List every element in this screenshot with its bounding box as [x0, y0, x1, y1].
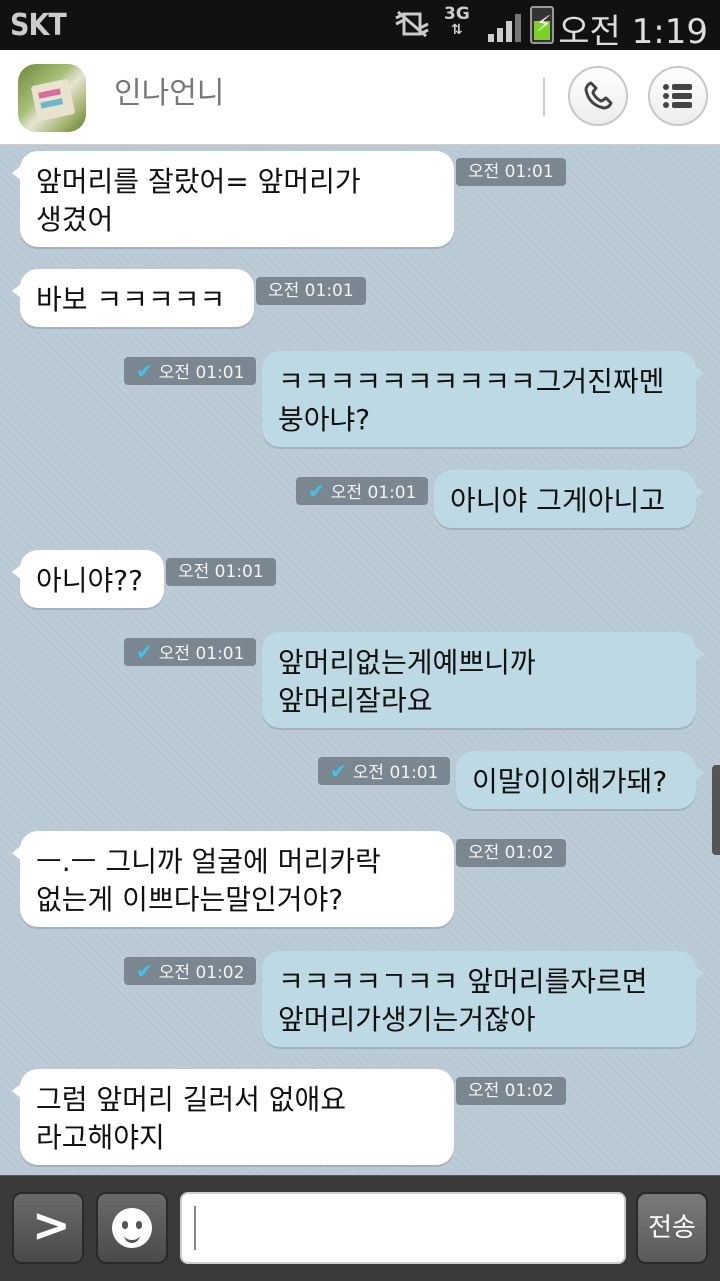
scrollbar-thumb[interactable]: [712, 765, 720, 855]
data-arrows-icon: ⇅: [451, 22, 463, 38]
outgoing-message-bubble[interactable]: ㅋㅋㅋㅋㅋㅋㅋㅋㅋㅋ그거진짜멘 붕아냐?: [262, 351, 704, 447]
timestamp-text: 오전 01:01: [468, 162, 554, 182]
vibrate-mute-icon: [392, 6, 432, 48]
message-timestamp: ✔ 오전 01:02: [124, 957, 257, 985]
read-check-icon: ✔: [136, 640, 153, 664]
outgoing-message-bubble[interactable]: ㅋㅋㅋㅋㄱㅋㅋ 앞머리를자르면 앞머리가생기는거잖아: [262, 951, 704, 1047]
message-line: 아니야 그게아니고: [450, 484, 665, 517]
phone-icon: [584, 81, 613, 110]
message-timestamp: 오전 01:02: [456, 1077, 566, 1105]
chat-title: 인나언니: [114, 76, 225, 111]
timestamp-text: 오전 01:01: [268, 281, 354, 301]
menu-list-icon: [663, 84, 692, 108]
menu-button[interactable]: [648, 66, 708, 126]
message-input-bar: > 전송: [0, 1175, 720, 1281]
message-timestamp: ✔ 오전 01:01: [318, 757, 451, 785]
call-button[interactable]: [568, 66, 628, 126]
message-timestamp: 오전 01:01: [256, 277, 366, 305]
read-check-icon: ✔: [136, 959, 153, 983]
incoming-message-bubble[interactable]: 바보 ㅋㅋㅋㅋㅋ: [12, 269, 254, 327]
message-line: ㅋㅋㅋㅋㅋㅋㅋㅋㅋㅋ그거진짜멘: [278, 365, 665, 398]
message-input[interactable]: [180, 1192, 626, 1264]
message-line: ㅡ.ㅡ 그니까 얼굴에 머리카락: [36, 845, 381, 878]
message-line: 앞머리를 잘랐어= 앞머리가: [36, 165, 361, 198]
message-line: 이말이이해가돼?: [472, 765, 668, 798]
incoming-message-bubble[interactable]: 그럼 앞머리 길러서 없애요 라고해야지: [12, 1069, 454, 1165]
timestamp-text: 오전 01:02: [468, 1081, 554, 1101]
timestamp-text: 오전 01:01: [178, 562, 264, 582]
message-line: 바보 ㅋㅋㅋㅋㅋ: [36, 283, 226, 316]
carrier-label: SKT: [10, 8, 67, 43]
header-divider: [543, 78, 545, 116]
message-timestamp: ✔ 오전 01:01: [296, 477, 429, 505]
message-timestamp: 오전 01:01: [166, 558, 276, 586]
text-caret: [194, 1206, 196, 1250]
outgoing-message-bubble[interactable]: 앞머리없는게예쁘니까 앞머리잘라요: [262, 632, 704, 728]
incoming-message-bubble[interactable]: ㅡ.ㅡ 그니까 얼굴에 머리카락 없는게 이쁘다는말인거야?: [12, 831, 454, 927]
message-timestamp: ✔ 오전 01:01: [124, 638, 257, 666]
timestamp-text: 오전 01:02: [468, 843, 554, 863]
outgoing-message-bubble[interactable]: 이말이이해가돼?: [456, 751, 704, 809]
message-timestamp: 오전 01:02: [456, 839, 566, 867]
message-line: 앞머리잘라요: [278, 684, 433, 717]
message-line: 앞머리가생기는거잖아: [278, 1003, 536, 1036]
battery-charging-icon: ⚡: [530, 6, 554, 44]
clock: 오전 1:19: [558, 12, 708, 52]
send-button[interactable]: 전송: [636, 1192, 708, 1264]
message-line: 그럼 앞머리 길러서 없애요: [36, 1083, 347, 1116]
read-check-icon: ✔: [330, 759, 347, 783]
emoticon-icon: [112, 1208, 152, 1248]
outgoing-message-bubble[interactable]: 아니야 그게아니고: [434, 470, 704, 528]
signal-strength-icon: [488, 14, 521, 42]
chat-header: 인나언니: [0, 50, 720, 145]
expand-menu-button[interactable]: >: [12, 1192, 84, 1264]
chevron-right-icon: >: [32, 1198, 71, 1252]
incoming-message-bubble[interactable]: 앞머리를 잘랐어= 앞머리가 생겼어: [12, 151, 454, 247]
timestamp-text: 오전 01:01: [330, 483, 417, 503]
message-timestamp: 오전 01:01: [456, 158, 566, 186]
message-line: ㅋㅋㅋㅋㄱㅋㅋ 앞머리를자르면: [278, 965, 648, 998]
network-type-label: 3G: [444, 4, 470, 24]
read-check-icon: ✔: [136, 359, 153, 383]
network-type-indicator: 3G ⇅: [444, 4, 470, 39]
status-bar: SKT 3G ⇅ ⚡ 오전 1:19: [0, 0, 720, 52]
message-line: 생겼어: [36, 203, 114, 236]
timestamp-text: 오전 01:01: [158, 363, 245, 383]
timestamp-text: 오전 01:02: [158, 963, 245, 983]
message-line: 붕아냐?: [278, 403, 371, 436]
message-line: 라고해야지: [36, 1121, 165, 1154]
message-line: 앞머리없는게예쁘니까: [278, 646, 536, 679]
avatar[interactable]: [18, 64, 86, 132]
message-timestamp: ✔ 오전 01:01: [124, 357, 257, 385]
message-line: 없는게 이쁘다는말인거야?: [36, 883, 344, 916]
chat-message-list[interactable]: 앞머리를 잘랐어= 앞머리가 생겼어 오전 01:01 바보 ㅋㅋㅋㅋㅋ 오전 …: [0, 145, 720, 1175]
message-line: 아니야??: [36, 564, 144, 597]
read-check-icon: ✔: [308, 479, 325, 503]
timestamp-text: 오전 01:01: [158, 644, 245, 664]
timestamp-text: 오전 01:01: [352, 763, 439, 783]
emoticon-button[interactable]: [96, 1192, 168, 1264]
incoming-message-bubble[interactable]: 아니야??: [12, 550, 164, 608]
